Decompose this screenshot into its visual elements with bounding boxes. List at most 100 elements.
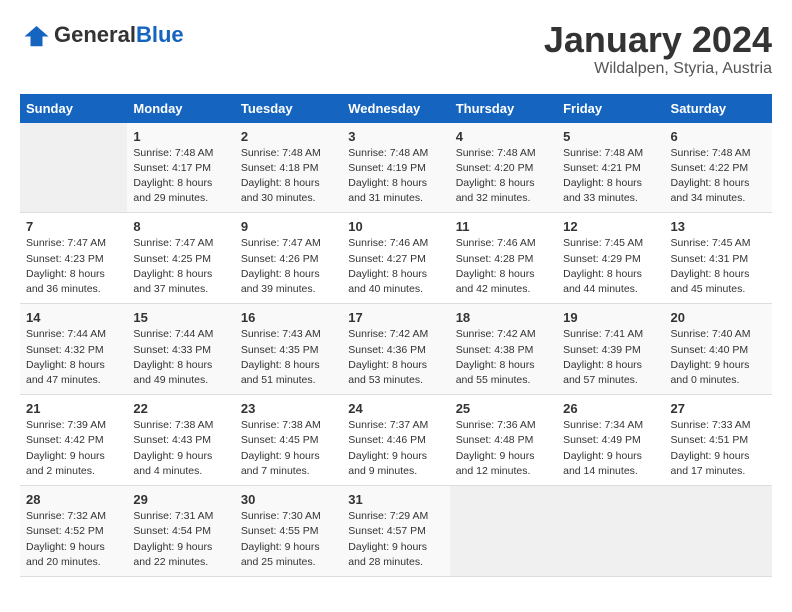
page-header: General Blue January 2024 Wildalpen, Sty… xyxy=(20,20,772,78)
calendar-cell: 25 Sunrise: 7:36 AMSunset: 4:48 PMDaylig… xyxy=(450,395,557,486)
day-info: Sunrise: 7:39 AMSunset: 4:42 PMDaylight:… xyxy=(26,419,106,477)
calendar-cell: 8 Sunrise: 7:47 AMSunset: 4:25 PMDayligh… xyxy=(127,213,234,304)
calendar-cell: 13 Sunrise: 7:45 AMSunset: 4:31 PMDaylig… xyxy=(665,213,772,304)
day-info: Sunrise: 7:44 AMSunset: 4:33 PMDaylight:… xyxy=(133,328,213,386)
day-number: 14 xyxy=(26,310,121,325)
day-info: Sunrise: 7:36 AMSunset: 4:48 PMDaylight:… xyxy=(456,419,536,477)
header-thursday: Thursday xyxy=(450,94,557,123)
day-number: 13 xyxy=(671,219,766,234)
day-number: 31 xyxy=(348,492,443,507)
day-number: 6 xyxy=(671,129,766,144)
calendar-body: 1 Sunrise: 7:48 AMSunset: 4:17 PMDayligh… xyxy=(20,123,772,577)
calendar-cell: 30 Sunrise: 7:30 AMSunset: 4:55 PMDaylig… xyxy=(235,486,342,577)
header-friday: Friday xyxy=(557,94,664,123)
calendar-title: January 2024 xyxy=(544,20,772,60)
day-number: 23 xyxy=(241,401,336,416)
day-number: 2 xyxy=(241,129,336,144)
day-info: Sunrise: 7:43 AMSunset: 4:35 PMDaylight:… xyxy=(241,328,321,386)
day-info: Sunrise: 7:38 AMSunset: 4:43 PMDaylight:… xyxy=(133,419,213,477)
day-info: Sunrise: 7:45 AMSunset: 4:29 PMDaylight:… xyxy=(563,237,643,295)
day-info: Sunrise: 7:33 AMSunset: 4:51 PMDaylight:… xyxy=(671,419,751,477)
calendar-header: Sunday Monday Tuesday Wednesday Thursday… xyxy=(20,94,772,123)
calendar-subtitle: Wildalpen, Styria, Austria xyxy=(544,60,772,78)
logo: General Blue xyxy=(20,20,184,50)
day-info: Sunrise: 7:48 AMSunset: 4:18 PMDaylight:… xyxy=(241,147,321,205)
day-info: Sunrise: 7:46 AMSunset: 4:28 PMDaylight:… xyxy=(456,237,536,295)
calendar-cell xyxy=(20,123,127,213)
day-info: Sunrise: 7:45 AMSunset: 4:31 PMDaylight:… xyxy=(671,237,751,295)
day-info: Sunrise: 7:44 AMSunset: 4:32 PMDaylight:… xyxy=(26,328,106,386)
day-number: 18 xyxy=(456,310,551,325)
day-info: Sunrise: 7:30 AMSunset: 4:55 PMDaylight:… xyxy=(241,510,321,568)
calendar-week-row: 28 Sunrise: 7:32 AMSunset: 4:52 PMDaylig… xyxy=(20,486,772,577)
calendar-cell: 31 Sunrise: 7:29 AMSunset: 4:57 PMDaylig… xyxy=(342,486,449,577)
calendar-cell: 16 Sunrise: 7:43 AMSunset: 4:35 PMDaylig… xyxy=(235,304,342,395)
calendar-week-row: 7 Sunrise: 7:47 AMSunset: 4:23 PMDayligh… xyxy=(20,213,772,304)
calendar-cell: 6 Sunrise: 7:48 AMSunset: 4:22 PMDayligh… xyxy=(665,123,772,213)
header-saturday: Saturday xyxy=(665,94,772,123)
day-number: 29 xyxy=(133,492,228,507)
day-number: 1 xyxy=(133,129,228,144)
day-number: 24 xyxy=(348,401,443,416)
day-number: 22 xyxy=(133,401,228,416)
day-number: 30 xyxy=(241,492,336,507)
day-number: 25 xyxy=(456,401,551,416)
day-number: 27 xyxy=(671,401,766,416)
calendar-cell: 23 Sunrise: 7:38 AMSunset: 4:45 PMDaylig… xyxy=(235,395,342,486)
day-number: 7 xyxy=(26,219,121,234)
day-info: Sunrise: 7:29 AMSunset: 4:57 PMDaylight:… xyxy=(348,510,428,568)
calendar-cell: 14 Sunrise: 7:44 AMSunset: 4:32 PMDaylig… xyxy=(20,304,127,395)
header-tuesday: Tuesday xyxy=(235,94,342,123)
calendar-cell: 5 Sunrise: 7:48 AMSunset: 4:21 PMDayligh… xyxy=(557,123,664,213)
day-number: 19 xyxy=(563,310,658,325)
calendar-cell: 28 Sunrise: 7:32 AMSunset: 4:52 PMDaylig… xyxy=(20,486,127,577)
day-info: Sunrise: 7:31 AMSunset: 4:54 PMDaylight:… xyxy=(133,510,213,568)
header-monday: Monday xyxy=(127,94,234,123)
title-section: January 2024 Wildalpen, Styria, Austria xyxy=(544,20,772,78)
calendar-week-row: 21 Sunrise: 7:39 AMSunset: 4:42 PMDaylig… xyxy=(20,395,772,486)
calendar-cell: 19 Sunrise: 7:41 AMSunset: 4:39 PMDaylig… xyxy=(557,304,664,395)
logo-general: General xyxy=(54,24,136,46)
day-info: Sunrise: 7:47 AMSunset: 4:25 PMDaylight:… xyxy=(133,237,213,295)
day-info: Sunrise: 7:46 AMSunset: 4:27 PMDaylight:… xyxy=(348,237,428,295)
day-info: Sunrise: 7:48 AMSunset: 4:19 PMDaylight:… xyxy=(348,147,428,205)
calendar-cell: 21 Sunrise: 7:39 AMSunset: 4:42 PMDaylig… xyxy=(20,395,127,486)
calendar-cell: 29 Sunrise: 7:31 AMSunset: 4:54 PMDaylig… xyxy=(127,486,234,577)
day-number: 10 xyxy=(348,219,443,234)
day-number: 26 xyxy=(563,401,658,416)
calendar-cell xyxy=(557,486,664,577)
day-number: 11 xyxy=(456,219,551,234)
day-info: Sunrise: 7:37 AMSunset: 4:46 PMDaylight:… xyxy=(348,419,428,477)
calendar-week-row: 1 Sunrise: 7:48 AMSunset: 4:17 PMDayligh… xyxy=(20,123,772,213)
calendar-cell: 7 Sunrise: 7:47 AMSunset: 4:23 PMDayligh… xyxy=(20,213,127,304)
day-info: Sunrise: 7:48 AMSunset: 4:21 PMDaylight:… xyxy=(563,147,643,205)
calendar-table: Sunday Monday Tuesday Wednesday Thursday… xyxy=(20,94,772,577)
calendar-cell: 1 Sunrise: 7:48 AMSunset: 4:17 PMDayligh… xyxy=(127,123,234,213)
calendar-cell: 4 Sunrise: 7:48 AMSunset: 4:20 PMDayligh… xyxy=(450,123,557,213)
calendar-cell: 22 Sunrise: 7:38 AMSunset: 4:43 PMDaylig… xyxy=(127,395,234,486)
day-info: Sunrise: 7:40 AMSunset: 4:40 PMDaylight:… xyxy=(671,328,751,386)
day-number: 15 xyxy=(133,310,228,325)
calendar-cell: 2 Sunrise: 7:48 AMSunset: 4:18 PMDayligh… xyxy=(235,123,342,213)
calendar-cell: 11 Sunrise: 7:46 AMSunset: 4:28 PMDaylig… xyxy=(450,213,557,304)
day-number: 8 xyxy=(133,219,228,234)
day-number: 3 xyxy=(348,129,443,144)
header-sunday: Sunday xyxy=(20,94,127,123)
logo-blue: Blue xyxy=(136,24,184,46)
day-number: 20 xyxy=(671,310,766,325)
calendar-cell: 20 Sunrise: 7:40 AMSunset: 4:40 PMDaylig… xyxy=(665,304,772,395)
day-number: 16 xyxy=(241,310,336,325)
logo-icon xyxy=(20,20,50,50)
day-info: Sunrise: 7:42 AMSunset: 4:38 PMDaylight:… xyxy=(456,328,536,386)
day-number: 4 xyxy=(456,129,551,144)
calendar-cell: 15 Sunrise: 7:44 AMSunset: 4:33 PMDaylig… xyxy=(127,304,234,395)
calendar-week-row: 14 Sunrise: 7:44 AMSunset: 4:32 PMDaylig… xyxy=(20,304,772,395)
calendar-cell: 26 Sunrise: 7:34 AMSunset: 4:49 PMDaylig… xyxy=(557,395,664,486)
day-info: Sunrise: 7:48 AMSunset: 4:17 PMDaylight:… xyxy=(133,147,213,205)
calendar-cell xyxy=(665,486,772,577)
day-number: 5 xyxy=(563,129,658,144)
calendar-cell xyxy=(450,486,557,577)
day-number: 12 xyxy=(563,219,658,234)
day-number: 28 xyxy=(26,492,121,507)
day-info: Sunrise: 7:38 AMSunset: 4:45 PMDaylight:… xyxy=(241,419,321,477)
